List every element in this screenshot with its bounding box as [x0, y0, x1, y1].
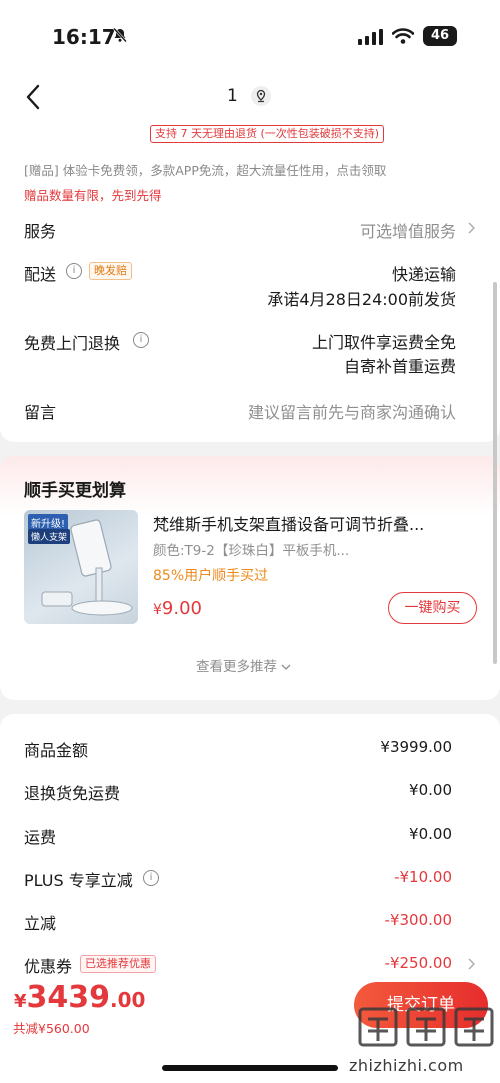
free-return-value-1: 上门取件享运费全免 [311, 333, 456, 352]
recommend-card: 顺手买更划算 新升级! 懒人支架 梵维斯手机支架直播设备可调节折叠... 颜色:… [0, 456, 500, 700]
signal-icon [358, 29, 383, 45]
one-click-buy-button[interactable]: 一键购买 [388, 592, 477, 624]
info-icon[interactable]: i [66, 263, 82, 279]
free-return-value-2: 自寄补首重运费 [343, 357, 456, 376]
product-price: ¥9.00 [153, 598, 202, 619]
goods-amount-label: 商品金额 [24, 741, 89, 760]
free-return-shipping-label: 退换货免运费 [24, 784, 121, 803]
status-time: 16:17 [52, 25, 116, 49]
product-price-currency: ¥ [153, 602, 162, 618]
coupon-value[interactable]: -¥250.00 [385, 954, 452, 972]
delivery-method[interactable]: 快递运输 [392, 261, 456, 285]
product-buy-rate: 85%用户顺手买过 [153, 568, 269, 584]
total-currency: ¥ [14, 991, 27, 1012]
status-bar: 16:17 46 [0, 0, 500, 72]
phone-stand-illustration [41, 519, 133, 616]
chevron-right-icon[interactable] [466, 221, 476, 235]
nav-bar: 1 [0, 72, 500, 122]
chevron-right-icon[interactable] [466, 957, 476, 971]
delivery-label: 配送 [24, 265, 57, 284]
product-spec: 颜色:T9-2【珍珠白】平板手机... [153, 543, 350, 559]
free-return-shipping-value: ¥0.00 [409, 781, 452, 799]
total-saved: 共减¥560.00 [13, 1021, 90, 1036]
wifi-icon [392, 28, 414, 44]
gift-promo-link[interactable]: [赠品] 体验卡免费领，多款APP免流，超大流量任性用，点击领取 [24, 160, 386, 179]
watermark-text: zhizhizhi.com [349, 1056, 464, 1075]
product-title[interactable]: 梵维斯手机支架直播设备可调节折叠... [153, 511, 424, 535]
scrollbar[interactable] [493, 282, 497, 664]
home-indicator[interactable] [162, 1065, 338, 1071]
back-arrow-icon[interactable] [22, 82, 46, 112]
info-icon[interactable]: i [133, 332, 149, 348]
plus-discount-label: PLUS 专享立减 [24, 871, 133, 890]
total-integer: 3439 [26, 980, 111, 1015]
instant-discount-value: -¥300.00 [384, 911, 452, 929]
location-icon[interactable] [251, 86, 271, 106]
battery-icon: 46 [423, 26, 457, 46]
delivery-promise: 承诺4月28日24:00前发货 [267, 290, 456, 309]
service-card: 支持 7 天无理由退货 (一次性包装破损不支持) [赠品] 体验卡免费领，多款A… [0, 122, 500, 442]
info-icon[interactable]: i [143, 870, 159, 886]
service-label: 服务 [24, 222, 57, 241]
submit-order-button[interactable]: 提交订单 [354, 982, 488, 1028]
return-policy-badge: 支持 7 天无理由退货 (一次性包装破损不支持) [150, 125, 385, 143]
shipping-fee-value: ¥0.00 [409, 825, 452, 843]
total-decimal: .00 [110, 988, 146, 1012]
goods-amount-value: ¥3999.00 [380, 738, 452, 756]
see-more-link[interactable]: 查看更多推荐 [196, 655, 291, 675]
late-compensation-tag: 晚发赔 [89, 262, 132, 280]
message-label: 留言 [24, 403, 57, 422]
checkout-bar: ¥3439.00 共减¥560.00 提交订单 zhizhizhi.com [0, 975, 500, 1083]
nav-title-number: 1 [227, 86, 238, 106]
product-image[interactable]: 新升级! 懒人支架 [24, 510, 138, 624]
coupon-label: 优惠券 [24, 957, 73, 976]
message-input[interactable]: 建议留言前先与商家沟通确认 [248, 399, 456, 423]
recommend-title: 顺手买更划算 [24, 481, 126, 501]
instant-discount-label: 立减 [24, 914, 57, 933]
gift-limit-note: 赠品数量有限，先到先得 [24, 188, 162, 203]
plus-discount-value: -¥10.00 [394, 868, 452, 886]
free-return-label: 免费上门退换 [24, 334, 121, 353]
chevron-down-icon [281, 664, 291, 670]
product-price-value: 9.00 [161, 598, 202, 619]
see-more-label: 查看更多推荐 [196, 659, 277, 675]
bell-muted-icon [113, 27, 127, 43]
order-total: ¥3439.00 [14, 980, 145, 1015]
shipping-fee-label: 运费 [24, 828, 57, 847]
coupon-recommend-tag: 已选推荐优惠 [80, 955, 156, 973]
service-value[interactable]: 可选增值服务 [360, 218, 456, 242]
